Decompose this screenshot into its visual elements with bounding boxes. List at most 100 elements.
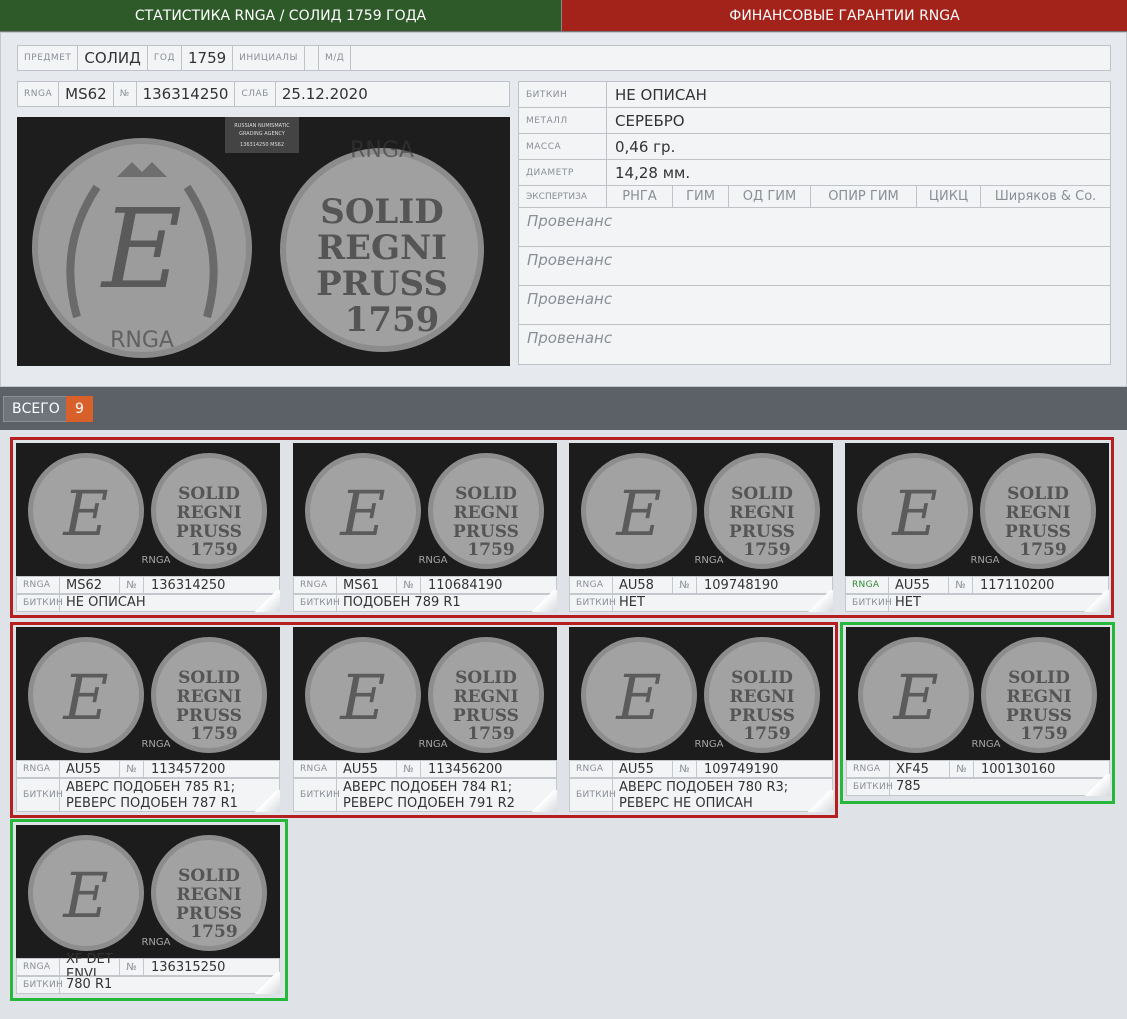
reverse-line-3: PRUSS [316,264,448,304]
expertise-rnga[interactable]: РНГА [607,186,673,207]
provenance-4: Провенанс [527,329,613,347]
slab-row: RNGA MS62 № 136314250 СЛАБ 25.12.2020 [17,81,510,107]
card-bitkin-line: БИТКИН АВЕРС ПОДОБЕН 785 R1; РЕВЕРС ПОДО… [16,778,280,812]
card-watermark: RNGA [971,739,1000,750]
card-grade: AU55 [889,577,949,593]
provenance-2: Провенанс [519,247,1110,286]
card-coin-svg: E SOLID REGNI PRUSS 1759 RNGA [293,627,557,760]
spec-metal: МЕТАЛЛ СЕРЕБРО [519,108,1110,134]
card-coin-photo[interactable]: E SOLID REGNI PRUSS 1759 RNGA [16,443,280,576]
card-number: 110684190 [428,577,503,593]
card-bitkin-line: БИТКИН НЕ ОПИСАН [16,594,280,612]
card-number-label: № [120,959,144,975]
card-bitkin-label: БИТКИН [294,595,340,611]
watermark-1: RNGA [110,328,174,353]
slab-label: СЛАБ [235,82,276,106]
card-bitkin-label: БИТКИН [17,779,63,811]
card-grade-line: RNGA XF45 № 100130160 [846,760,1110,778]
coin-card[interactable]: E SOLID REGNI PRUSS 1759 RNGA RNGA AU58 … [569,443,833,612]
coin-card[interactable]: E SOLID REGNI PRUSS 1759 RNGA RNGA MS62 … [16,443,280,612]
card-reverse-line-3: PRUSS [1006,706,1072,726]
coin-card[interactable]: E SOLID REGNI PRUSS 1759 RNGA RNGA XF DE… [16,825,280,994]
card-bitkin-line: БИТКИН ПОДОБЕН 789 R1 [293,594,557,612]
coin-card[interactable]: E SOLID REGNI PRUSS 1759 RNGA RNGA MS61 … [293,443,557,612]
card-coin-photo[interactable]: E SOLID REGNI PRUSS 1759 RNGA [293,443,557,576]
card-coin-photo[interactable]: E SOLID REGNI PRUSS 1759 RNGA [16,825,280,958]
card-watermark: RNGA [141,555,170,566]
coin-card[interactable]: E SOLID REGNI PRUSS 1759 RNGA RNGA AU55 … [569,627,833,812]
card-bitkin-line: БИТКИН АВЕРС ПОДОБЕН 784 R1; РЕВЕРС ПОДО… [293,778,557,812]
card-number: 113457200 [151,761,226,777]
item-info-panel: ПРЕДМЕТ СОЛИД ГОД 1759 ИНИЦИАЛЫ М/Д RNGA… [0,32,1127,387]
provenance-1: Провенанс [519,208,1110,247]
card-coin-photo[interactable]: E SOLID REGNI PRUSS 1759 RNGA [569,443,833,576]
card-rnga-label: RNGA [847,761,890,777]
card-reverse-line-3: PRUSS [1005,522,1071,542]
year-label: ГОД [148,46,182,70]
svg-text:E: E [62,859,108,932]
coin-card[interactable]: E SOLID REGNI PRUSS 1759 RNGA RNGA AU55 … [845,443,1109,612]
tab-financial-guarantees[interactable]: ФИНАНСОВЫЕ ГАРАНТИИ RNGA [562,0,1127,32]
card-grade: XF45 [890,761,950,777]
card-reverse-line-4: 1759 [190,922,237,942]
card-reverse-line-1: SOLID [1008,668,1070,688]
card-rnga-label: RNGA [570,577,613,593]
card-watermark: RNGA [970,555,999,566]
card-grade-line: RNGA AU55 № 113457200 [16,760,280,778]
card-bitkin-label: БИТКИН [17,595,63,611]
card-reverse-line-4: 1759 [743,724,790,744]
predmet-label: ПРЕДМЕТ [18,46,79,70]
coin-card[interactable]: E SOLID REGNI PRUSS 1759 RNGA RNGA XF45 … [846,627,1110,796]
card-rnga-label: RNGA [570,761,613,777]
card-bitkin-label: БИТКИН [570,779,616,811]
expertise-opir-gim[interactable]: ОПИР ГИМ [811,186,917,207]
card-coin-photo[interactable]: E SOLID REGNI PRUSS 1759 RNGA [293,627,557,760]
initials-label: ИНИЦИАЛЫ [233,46,305,70]
card-number: 109748190 [704,577,779,593]
card-grade: AU58 [613,577,673,593]
main-coin-photo[interactable]: E SOLID REGNI PRUSS 1759 RUSSIAN NUMISMA… [17,117,510,366]
mint-label: М/Д [319,46,352,70]
coin-card[interactable]: E SOLID REGNI PRUSS 1759 RNGA RNGA AU55 … [293,627,557,812]
spec-bitkin: БИТКИН НЕ ОПИСАН [519,82,1110,108]
expertise-od-gim[interactable]: ОД ГИМ [729,186,811,207]
card-bitkin: АВЕРС ПОДОБЕН 785 R1; РЕВЕРС ПОДОБЕН 787… [66,780,238,811]
label-line-3: 136314250 MS62 [240,142,284,148]
tab-statistics[interactable]: СТАТИСТИКА RNGA / СОЛИД 1759 ГОДА [0,0,562,32]
card-reverse-line-3: PRUSS [729,522,795,542]
card-reverse-line-4: 1759 [1019,540,1066,560]
card-bitkin: АВЕРС ПОДОБЕН 784 R1; РЕВЕРС ПОДОБЕН 791… [343,780,515,811]
card-bitkin: НЕТ [895,595,921,610]
card-reverse-line-3: PRUSS [176,522,242,542]
card-grade-line: RNGA AU55 № 117110200 [845,576,1109,594]
mint-value [351,46,1110,70]
card-number-label: № [949,577,973,593]
card-coin-photo[interactable]: E SOLID REGNI PRUSS 1759 RNGA [846,627,1110,760]
expertise-gim[interactable]: ГИМ [673,186,729,207]
expertise-cikc[interactable]: ЦИКЦ [917,186,981,207]
card-reverse-line-3: PRUSS [176,706,242,726]
card-reverse-line-2: REGNI [453,503,518,523]
card-number-label: № [673,761,697,777]
label-line-1: RUSSIAN NUMISMATIC [234,123,290,129]
svg-text:E: E [62,661,108,734]
diameter-value: 14,28 мм. [615,163,691,182]
card-coin-photo[interactable]: E SOLID REGNI PRUSS 1759 RNGA [569,627,833,760]
coin-photo-svg: E SOLID REGNI PRUSS 1759 RUSSIAN NUMISMA… [17,117,510,366]
number-value: 136314250 [137,82,236,106]
predmet-value: СОЛИД [78,46,148,70]
card-rnga-label: RNGA [846,577,889,593]
card-coin-svg: E SOLID REGNI PRUSS 1759 RNGA [569,627,833,760]
svg-text:E: E [339,661,385,734]
card-reverse-line-2: REGNI [453,687,518,707]
expertise-shiryakov[interactable]: Ширяков & Co. [981,186,1110,207]
card-grade: MS62 [60,577,120,593]
card-bitkin-label: БИТКИН [17,977,63,993]
coin-card[interactable]: E SOLID REGNI PRUSS 1759 RNGA RNGA AU55 … [16,627,280,812]
card-coin-photo[interactable]: E SOLID REGNI PRUSS 1759 RNGA [845,443,1109,576]
card-reverse-line-3: PRUSS [453,522,519,542]
card-number: 136314250 [151,577,226,593]
rnga-label: RNGA [18,82,60,106]
card-coin-photo[interactable]: E SOLID REGNI PRUSS 1759 RNGA [16,627,280,760]
card-watermark: RNGA [418,555,447,566]
